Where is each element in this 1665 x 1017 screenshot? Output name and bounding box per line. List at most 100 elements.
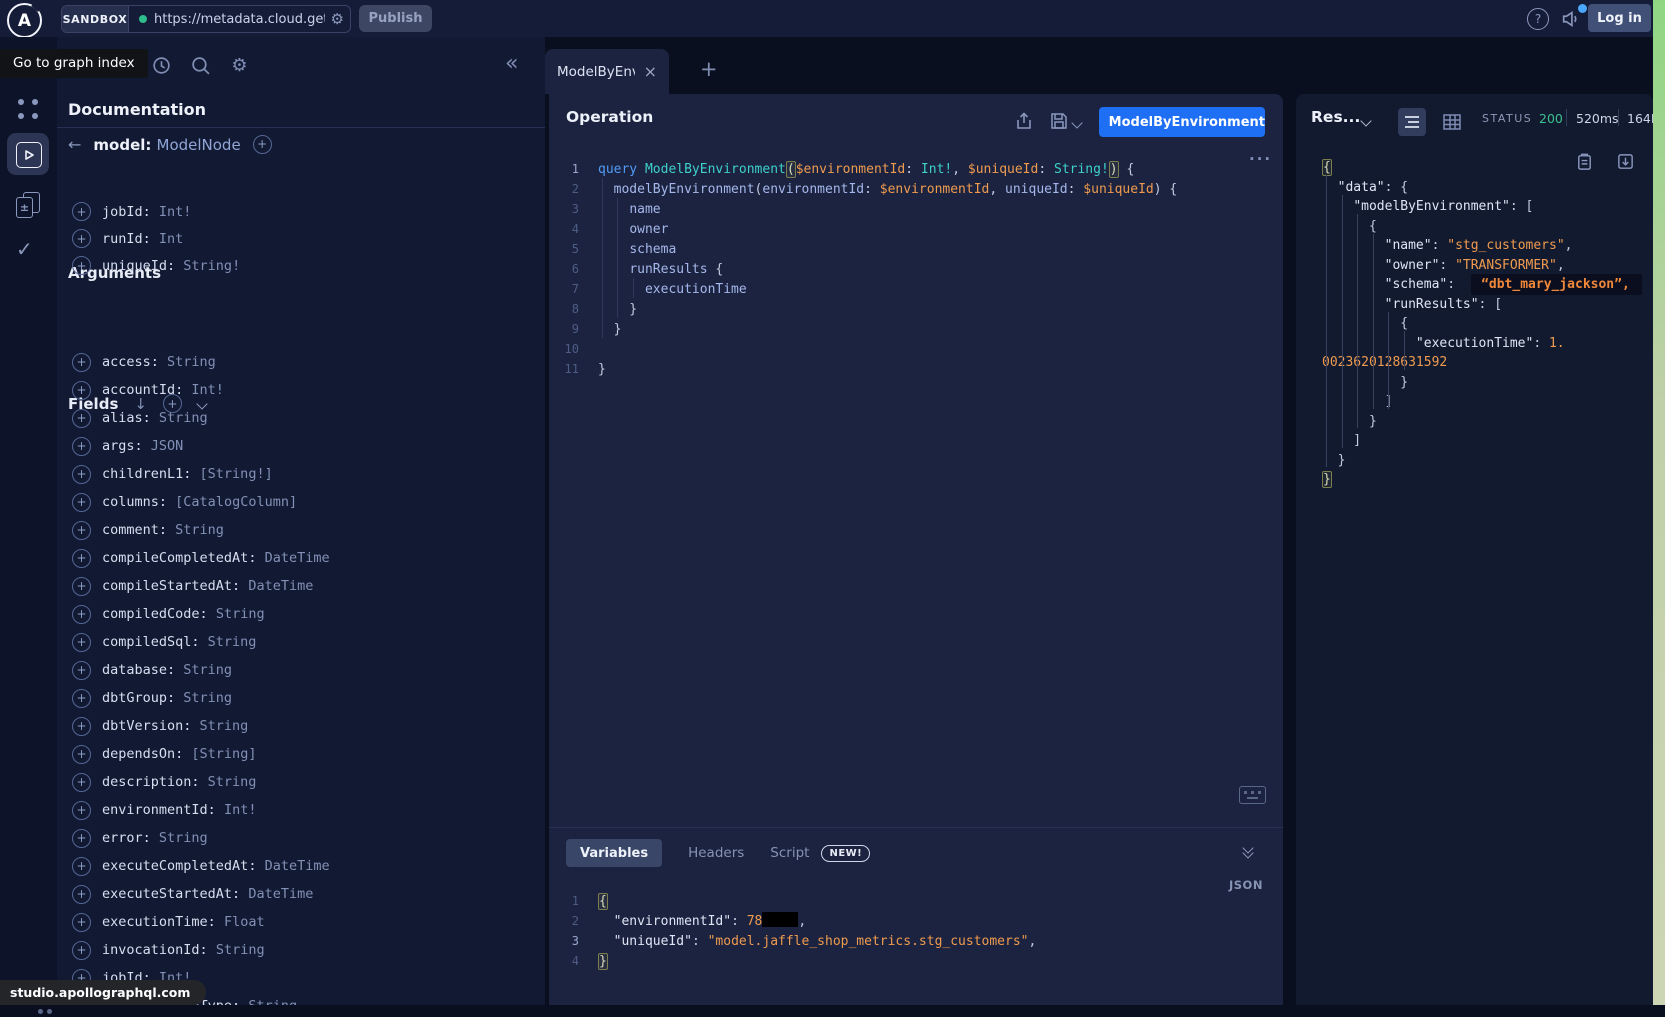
endpoint-url-input[interactable]: https://metadata.cloud.get — [154, 12, 325, 27]
add-field-icon[interactable]: + — [72, 437, 91, 456]
share-icon[interactable] — [1014, 111, 1034, 131]
indent-guide — [1342, 195, 1343, 448]
field-row[interactable]: + compileCompletedAt: DateTime — [57, 544, 545, 572]
add-argument-icon[interactable]: + — [72, 256, 91, 275]
add-argument-icon[interactable]: + — [72, 229, 91, 248]
back-arrow-icon[interactable]: ← — [68, 135, 81, 154]
code-line: "data": { — [1322, 176, 1653, 196]
add-field-icon[interactable]: + — [72, 857, 91, 876]
raw-view-toggle[interactable] — [1398, 108, 1426, 136]
response-title: Res... — [1311, 108, 1360, 126]
sandbox-badge[interactable]: SANDBOX — [62, 6, 129, 32]
add-field-icon[interactable]: + — [72, 941, 91, 960]
new-tab-icon[interactable]: + — [700, 57, 718, 81]
save-options-chevron-icon[interactable] — [1071, 117, 1082, 128]
add-field-icon[interactable]: + — [72, 353, 91, 372]
search-icon[interactable] — [190, 55, 211, 76]
add-field-icon[interactable]: + — [72, 633, 91, 652]
save-icon[interactable] — [1049, 111, 1069, 131]
add-field-icon[interactable]: + — [72, 885, 91, 904]
field-row[interactable]: + compiledCode: String — [57, 600, 545, 628]
login-button[interactable]: Log in — [1588, 4, 1651, 32]
field-row[interactable]: + args: JSON — [57, 432, 545, 460]
add-field-icon[interactable]: + — [72, 409, 91, 428]
field-row[interactable]: + executeCompletedAt: DateTime — [57, 852, 545, 880]
add-field-icon[interactable]: + — [72, 465, 91, 484]
tab-headers[interactable]: Headers — [688, 845, 744, 861]
operation-editor[interactable]: 1query ModelByEnvironment($environmentId… — [549, 150, 1283, 378]
field-row[interactable]: + compiledSql: String — [57, 628, 545, 656]
add-field-icon[interactable]: + — [72, 717, 91, 736]
response-body[interactable]: { "data": { "modelByEnvironment": [ { "n… — [1296, 150, 1653, 488]
argument-row[interactable]: + jobId: Int! — [57, 198, 545, 225]
field-row[interactable]: + invocationId: String — [57, 936, 545, 964]
field-row[interactable]: + columns: [CatalogColumn] — [57, 488, 545, 516]
checks-nav-icon[interactable]: ✓ — [16, 237, 33, 261]
history-icon[interactable] — [151, 55, 172, 76]
field-row[interactable]: + alias: String — [57, 404, 545, 432]
field-row[interactable]: + database: String — [57, 656, 545, 684]
explorer-nav-icon[interactable] — [16, 142, 42, 168]
table-view-toggle[interactable] — [1442, 112, 1462, 132]
variables-editor[interactable]: 1{2 "environmentId": 78,3 "uniqueId": "m… — [549, 884, 1283, 970]
add-field-icon[interactable]: + — [72, 493, 91, 512]
field-row[interactable]: + executeStartedAt: DateTime — [57, 880, 545, 908]
argument-row[interactable]: + uniqueId: String! — [57, 252, 545, 279]
add-field-icon[interactable]: + — [72, 605, 91, 624]
graph-index-icon[interactable] — [14, 95, 42, 123]
add-field-icon[interactable]: + — [72, 773, 91, 792]
add-field-icon[interactable]: + — [72, 577, 91, 596]
field-row[interactable]: + accountId: Int! — [57, 376, 545, 404]
help-icon[interactable]: ? — [1527, 8, 1549, 30]
response-options-chevron-icon[interactable] — [1360, 115, 1371, 126]
divider — [57, 127, 545, 128]
add-field-icon[interactable]: + — [72, 381, 91, 400]
endpoint-bar: SANDBOX https://metadata.cloud.get ⚙ — [61, 5, 351, 33]
tab-script[interactable]: Script — [770, 845, 809, 861]
field-row[interactable]: + dbtGroup: String — [57, 684, 545, 712]
publish-button[interactable]: Publish — [359, 5, 432, 32]
add-field-icon[interactable]: + — [72, 913, 91, 932]
collapse-panel-icon[interactable]: « — [505, 51, 518, 76]
tab-variables[interactable]: Variables — [566, 839, 662, 867]
redaction-box — [762, 912, 798, 927]
endpoint-settings-gear-icon[interactable]: ⚙ — [331, 10, 344, 28]
field-row[interactable]: + executionTime: Float — [57, 908, 545, 936]
collections-nav-icon[interactable]: ± — [15, 192, 41, 218]
field-row[interactable]: + error: String — [57, 824, 545, 852]
settings-gear-icon[interactable]: ⚙ — [229, 55, 250, 76]
field-row[interactable]: + compileStartedAt: DateTime — [57, 572, 545, 600]
keyboard-shortcuts-icon[interactable] — [1239, 786, 1266, 804]
field-row[interactable]: + childrenL1: [String!] — [57, 460, 545, 488]
operation-tab[interactable]: ModelByEnvi... × — [545, 49, 669, 94]
add-argument-icon[interactable]: + — [72, 202, 91, 221]
close-tab-icon[interactable]: × — [644, 64, 657, 80]
tab-title: ModelByEnvi... — [557, 64, 635, 80]
code-line: 6 runResults { — [549, 258, 1283, 278]
add-field-icon[interactable]: + — [72, 549, 91, 568]
add-field-icon[interactable]: + — [72, 689, 91, 708]
code-line: 4} — [549, 950, 1283, 970]
run-operation-button[interactable]: ModelByEnvironment — [1099, 107, 1265, 137]
add-field-icon[interactable]: + — [72, 745, 91, 764]
field-row[interactable]: + dependsOn: [String] — [57, 740, 545, 768]
add-field-icon[interactable]: + — [72, 661, 91, 680]
documentation-panel: Documentation ← model: ModelNode + Argum… — [57, 94, 545, 1005]
add-field-icon[interactable]: + — [72, 801, 91, 820]
indent-guide — [617, 198, 618, 318]
line-number: 4 — [549, 951, 579, 971]
field-row[interactable]: + comment: String — [57, 516, 545, 544]
divider — [1618, 109, 1619, 126]
add-field-icon[interactable]: + — [72, 521, 91, 540]
add-field-icon[interactable]: + — [72, 829, 91, 848]
collapse-variables-chevron-icon[interactable] — [1241, 844, 1255, 858]
rail-more-icon[interactable] — [38, 1009, 58, 1017]
add-type-icon[interactable]: + — [253, 135, 272, 154]
field-row[interactable]: + access: String — [57, 348, 545, 376]
field-row[interactable]: + description: String — [57, 768, 545, 796]
breadcrumb-type[interactable]: ModelNode — [157, 136, 241, 154]
indent-guide — [1373, 234, 1374, 409]
field-row[interactable]: + dbtVersion: String — [57, 712, 545, 740]
field-row[interactable]: + environmentId: Int! — [57, 796, 545, 824]
argument-row[interactable]: + runId: Int — [57, 225, 545, 252]
